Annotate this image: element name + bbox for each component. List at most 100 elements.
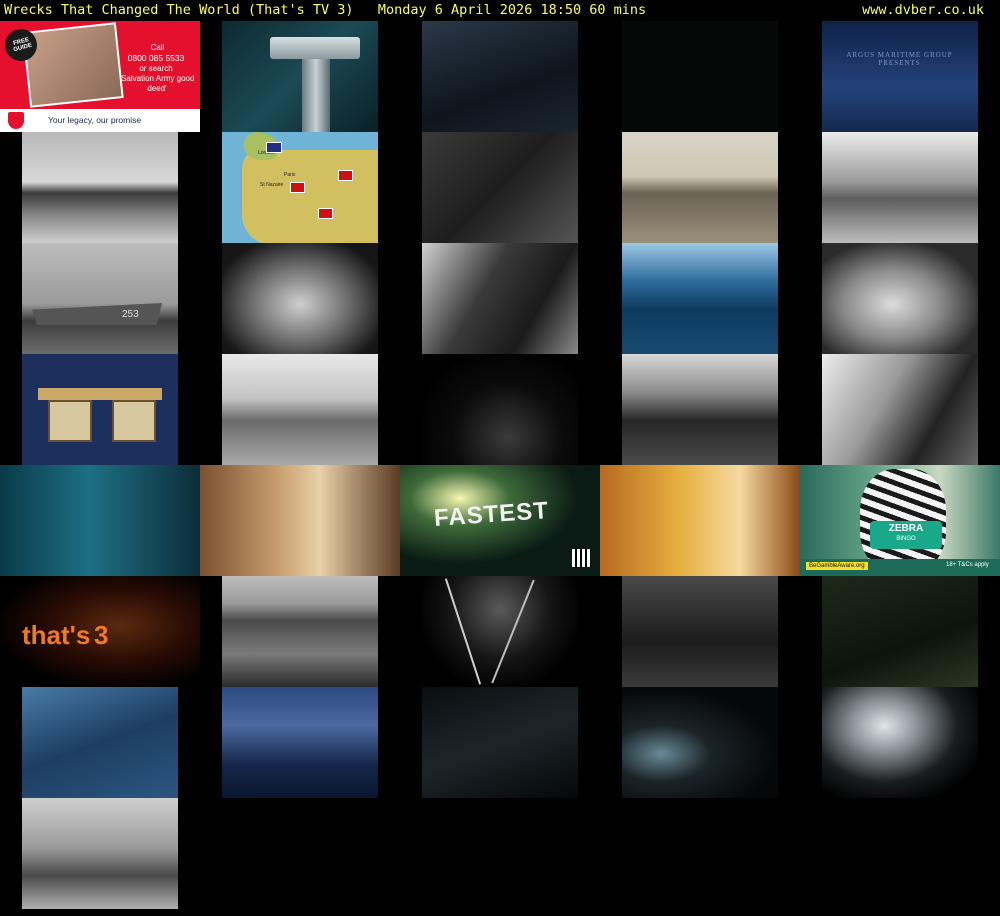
- call-label: Call: [150, 43, 165, 52]
- frame-map: London Paris St Nazaire: [222, 132, 378, 243]
- phone-number: 0800 085 5533: [127, 53, 185, 63]
- frame-bw-night-ship: [622, 576, 778, 687]
- header-bar: Wrecks That Changed The World (That's TV…: [0, 0, 1000, 20]
- frame-dark: [622, 21, 778, 132]
- frame-dark-soldiers: [422, 21, 578, 132]
- thumbnail-26[interactable]: that's 3: [0, 576, 200, 687]
- terms-label: 18+ T&Cs apply: [946, 562, 989, 568]
- thumbnail-18[interactable]: [400, 354, 600, 465]
- thumbnail-5[interactable]: ARGUS MARITIME GROUP PRESENTS: [800, 21, 1000, 132]
- frame-razor: [222, 21, 378, 132]
- map-label-st-nazaire: St Nazaire: [260, 182, 284, 188]
- thumbnail-8[interactable]: [400, 132, 600, 243]
- frame-thats3: that's 3: [0, 576, 200, 687]
- thumbnail-29[interactable]: [600, 576, 800, 687]
- thumbnail-10[interactable]: [800, 132, 1000, 243]
- thumbnail-30[interactable]: [800, 576, 1000, 687]
- thumbnail-1[interactable]: FREE GUIDE Call 0800 085 5533 or search 'Sal…: [0, 21, 200, 132]
- thumbnail-35[interactable]: [800, 687, 1000, 798]
- thumbnail-11[interactable]: 253: [0, 243, 200, 354]
- frame-bw-wreck: [22, 798, 178, 909]
- frame-bw-dock: [622, 132, 778, 243]
- frame-ad-kitchen: [200, 465, 400, 576]
- thumbnail-24[interactable]: [600, 465, 800, 576]
- gamble-aware-label: BeGambleAware.org: [806, 562, 868, 570]
- frame-dark-interior: [422, 687, 578, 798]
- frame-bw-boat: [222, 354, 378, 465]
- frame-sea: [622, 243, 778, 354]
- dock-gate-diagram: [38, 388, 162, 400]
- hull-number: 253: [122, 309, 139, 320]
- thumbnail-32[interactable]: [200, 687, 400, 798]
- thumbnail-28[interactable]: [400, 576, 600, 687]
- frame-searchlights: [422, 576, 578, 687]
- frame-bw-chart: [422, 132, 578, 243]
- site-link[interactable]: www.dvber.co.uk: [862, 0, 984, 20]
- map-label-paris: Paris: [284, 172, 296, 178]
- search-term: 'Salvation Army good deed': [119, 74, 195, 93]
- thumbnail-6[interactable]: [0, 132, 200, 243]
- frame-bw-warship: 253: [22, 243, 178, 354]
- thumbnail-31[interactable]: [0, 687, 200, 798]
- frame-bw-officer: [222, 243, 378, 354]
- razor-handle: [302, 59, 330, 132]
- frame-dark-torch: [622, 687, 778, 798]
- map-land: [242, 150, 378, 243]
- thumbnail-9[interactable]: [600, 132, 800, 243]
- frame-blue-soldiers: [22, 687, 178, 798]
- thumbnail-14[interactable]: [600, 243, 800, 354]
- flag-icon: [290, 182, 305, 193]
- searchlight-beam: [444, 578, 482, 685]
- programme-info: Wrecks That Changed The World (That's TV…: [4, 0, 646, 20]
- title-card-text: ARGUS MARITIME GROUP PRESENTS: [846, 51, 953, 67]
- zebra-brand: ZEBRA: [888, 523, 924, 534]
- broadcast-time: Monday 6 April 2026 18:50 60 mins: [377, 2, 647, 18]
- frame-smoke: [822, 687, 978, 798]
- frame-dark-green: [822, 576, 978, 687]
- thumbnail-13[interactable]: [400, 243, 600, 354]
- gate-left: [48, 400, 92, 442]
- gate-right: [112, 400, 156, 442]
- frame-bw-radio: [822, 354, 978, 465]
- frame-bw-march: [622, 354, 778, 465]
- flag-icon: [338, 170, 353, 181]
- thumbnail-33[interactable]: [400, 687, 600, 798]
- zebra-sub: BINGO: [896, 536, 916, 542]
- thumbnail-15[interactable]: [800, 243, 1000, 354]
- thumbnail-7[interactable]: London Paris St Nazaire: [200, 132, 400, 243]
- frame-ad-fastest: FASTEST: [400, 465, 600, 576]
- thumbnail-21[interactable]: [0, 465, 200, 576]
- thumbnail-19[interactable]: [600, 354, 800, 465]
- thumbnail-23[interactable]: FASTEST: [400, 465, 600, 576]
- searchlight-beam: [491, 579, 535, 684]
- shield-icon: [8, 112, 24, 129]
- flag-icon: [318, 208, 333, 219]
- frame-ad-woman: [0, 465, 200, 576]
- thumbnail-4[interactable]: [600, 21, 800, 132]
- flag-icon: [266, 142, 282, 153]
- thumbnail-34[interactable]: [600, 687, 800, 798]
- thats-logo-number: 3: [94, 620, 109, 650]
- frame-bw-men: [422, 243, 578, 354]
- frame-bw-sea-boats: [222, 576, 378, 687]
- thats-logo: that's: [22, 620, 91, 650]
- frame-bw-sub: [22, 132, 178, 243]
- frame-diagram: [22, 354, 178, 465]
- thumbnail-27[interactable]: [200, 576, 400, 687]
- programme-title: Wrecks That Changed The World (That's TV…: [4, 2, 354, 18]
- frame-ad-zebra: ZEBRA BINGO BeGambleAware.org 18+ T&Cs appl…: [800, 465, 1000, 576]
- thumbnail-17[interactable]: [200, 354, 400, 465]
- razor-head: [270, 37, 360, 59]
- thumbnail-25[interactable]: ZEBRA BINGO BeGambleAware.org 18+ T&Cs appl…: [800, 465, 1000, 576]
- warship-hull: [32, 303, 162, 325]
- thumbnail-2[interactable]: [200, 21, 400, 132]
- frame-ad-salvation: FREE GUIDE Call 0800 085 5533 or search 'Sal…: [0, 21, 200, 132]
- thumbnail-22[interactable]: [200, 465, 400, 576]
- thumbnail-16[interactable]: [0, 354, 200, 465]
- thumbnail-3[interactable]: [400, 21, 600, 132]
- thumbnail-12[interactable]: [200, 243, 400, 354]
- thumbnail-20[interactable]: [800, 354, 1000, 465]
- frame-dark-battle: [422, 354, 578, 465]
- fastest-headline: FASTEST: [433, 497, 550, 532]
- thumbnail-36[interactable]: [0, 798, 200, 909]
